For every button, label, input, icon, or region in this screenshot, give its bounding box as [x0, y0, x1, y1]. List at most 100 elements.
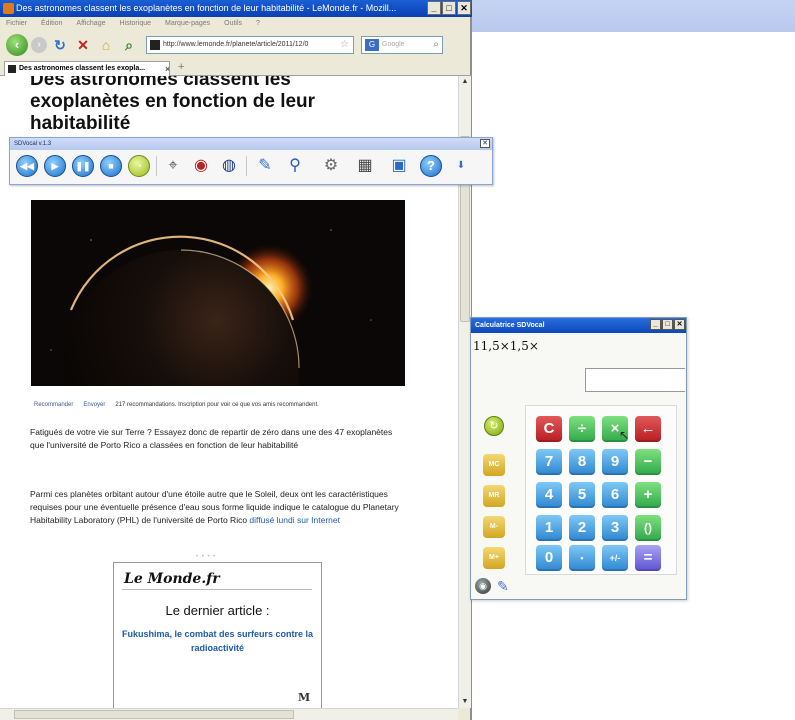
rewind-icon[interactable]: ◀◀	[16, 155, 38, 177]
parentheses-key[interactable]: ()	[635, 515, 661, 541]
bookmark-star-icon[interactable]: ☆	[340, 37, 349, 53]
key-3[interactable]: 3	[602, 515, 628, 541]
minimize-button[interactable]: _	[427, 1, 441, 15]
key-6[interactable]: 6	[602, 482, 628, 508]
calc-minimize-button[interactable]: _	[650, 319, 661, 330]
memory-recall-button[interactable]: MR	[483, 485, 505, 507]
calculator-title: Calculatrice SDVocal	[475, 322, 545, 329]
search-input[interactable]: G Google ⌕	[361, 36, 443, 54]
sdvocal-titlebar[interactable]: SDVocal v.1.3 ✕	[10, 138, 492, 150]
scroll-up-icon[interactable]: ▲	[459, 76, 471, 88]
recommend-button[interactable]: Recommander	[34, 401, 73, 409]
new-tab-button[interactable]: +	[178, 61, 184, 73]
menu-tools[interactable]: Outils	[224, 17, 242, 31]
key-7[interactable]: 7	[536, 449, 562, 475]
promo-link[interactable]: Fukushima, le combat des surfeurs contre…	[114, 627, 321, 655]
equals-key[interactable]: =	[635, 545, 661, 571]
menu-history[interactable]: Historique	[119, 17, 151, 31]
key-2[interactable]: 2	[569, 515, 595, 541]
key-9[interactable]: 9	[602, 449, 628, 475]
key-1[interactable]: 1	[536, 515, 562, 541]
url-text: http://www.lemonde.fr/planete/article/20…	[163, 41, 309, 48]
site-favicon	[150, 40, 160, 50]
memory-subtract-button[interactable]: M-	[483, 516, 505, 538]
web-reader-icon[interactable]: ◍	[218, 155, 240, 177]
close-button[interactable]: ✕	[457, 1, 471, 15]
plus-key[interactable]: +	[635, 482, 661, 508]
recommendations-text: 217 recommandations. Inscription pour vo…	[115, 402, 319, 408]
key-0[interactable]: 0	[536, 545, 562, 571]
menu-edit[interactable]: Édition	[41, 17, 62, 31]
horizontal-scrollbar[interactable]	[0, 708, 458, 720]
calculator-result-field[interactable]	[585, 368, 685, 392]
search-engine-icon[interactable]: G	[365, 39, 379, 51]
tab-article[interactable]: Des astronomes classent les exopla... ×	[4, 61, 170, 76]
search-icon[interactable]: ⌕	[119, 35, 139, 55]
pause-icon[interactable]: ❚❚	[72, 155, 94, 177]
internet-link[interactable]: diffusé lundi sur Internet	[249, 515, 340, 525]
record-icon[interactable]: ◉	[190, 155, 212, 177]
pen-icon[interactable]: ✎	[497, 578, 509, 594]
sdvocal-close-button[interactable]: ✕	[480, 139, 490, 148]
search-placeholder: Google	[382, 41, 405, 48]
speaker-icon[interactable]: ◉	[475, 578, 491, 594]
tab-label: Des astronomes classent les exopla...	[19, 65, 146, 72]
reload-icon[interactable]: ↻	[50, 35, 70, 55]
back-button[interactable]: ‹	[6, 34, 28, 56]
screen-icon[interactable]: ▣	[388, 155, 410, 177]
send-button[interactable]: Envoyer	[83, 401, 105, 409]
minus-key[interactable]: −	[635, 449, 661, 475]
article-paragraph-2: Parmi ces planètes orbitant autour d'une…	[30, 488, 408, 527]
lemonde-logo: Le Monde.fr	[124, 571, 220, 587]
horizontal-scroll-thumb[interactable]	[14, 710, 294, 719]
menu-file[interactable]: Fichier	[6, 17, 27, 31]
promo-divider	[122, 589, 312, 590]
key-4[interactable]: 4	[536, 482, 562, 508]
sdvocal-title: SDVocal v.1.3	[14, 141, 52, 147]
social-share-bar: Recommander Envoyer 217 recommandations.…	[34, 401, 414, 409]
divide-key[interactable]: ÷	[569, 416, 595, 442]
menu-bookmarks[interactable]: Marque-pages	[165, 17, 210, 31]
calculator-titlebar[interactable]: Calculatrice SDVocal _ □ ✕	[471, 318, 686, 333]
key-5[interactable]: 5	[569, 482, 595, 508]
exoplanet-photo	[31, 200, 405, 386]
calculator-icon[interactable]: ▦	[354, 155, 376, 177]
tab-close-icon[interactable]: ×	[165, 63, 169, 76]
pen-icon[interactable]: ✎	[254, 155, 276, 177]
calculator-expression: 11,5×1,5×	[473, 339, 539, 353]
calc-maximize-button[interactable]: □	[662, 319, 673, 330]
scroll-down-icon[interactable]: ▼	[459, 696, 471, 708]
zoom-icon[interactable]: ⚲	[284, 155, 306, 177]
stop-icon[interactable]: ■	[100, 155, 122, 177]
home-icon[interactable]: ⌂	[96, 35, 116, 55]
clear-key[interactable]: C	[536, 416, 562, 442]
menu-help[interactable]: ?	[256, 17, 260, 31]
calc-close-button[interactable]: ✕	[674, 319, 685, 330]
sign-key[interactable]: +/-	[602, 545, 628, 571]
key-8[interactable]: 8	[569, 449, 595, 475]
help-icon[interactable]: ?	[420, 155, 442, 177]
backspace-key[interactable]: ←	[635, 416, 661, 442]
settings-gear-icon[interactable]: ⚙	[320, 155, 342, 177]
forward-button[interactable]: ›	[31, 37, 47, 53]
browser-titlebar[interactable]: Des astronomes classent les exoplanètes …	[0, 0, 472, 17]
memory-clear-button[interactable]: MC	[483, 454, 505, 476]
decimal-key[interactable]: •	[569, 545, 595, 571]
url-bar[interactable]: http://www.lemonde.fr/planete/article/20…	[146, 36, 354, 54]
article-paragraph-1: Fatigués de votre vie sur Terre ? Essaye…	[30, 427, 393, 450]
latest-article-box: Le Monde.fr Le dernier article : Fukushi…	[113, 562, 322, 708]
magnifier-icon[interactable]: ⌕	[433, 37, 439, 53]
article-headline: Des astronomes classent les exoplanètes …	[30, 76, 316, 134]
paragraph-2-text: Parmi ces planètes orbitant autour d'une…	[30, 489, 399, 525]
speed-icon[interactable]: ◔	[128, 155, 150, 177]
exoplanet-illustration	[31, 200, 405, 386]
maximize-button[interactable]: □	[442, 1, 456, 15]
menu-view[interactable]: Affichage	[76, 17, 105, 31]
clear-history-icon[interactable]: ↻	[484, 416, 504, 436]
stop-icon[interactable]: ✕	[73, 35, 93, 55]
expand-icon[interactable]: ⬇	[450, 155, 472, 177]
play-icon[interactable]: ▶	[44, 155, 66, 177]
calculator-keypad: C ÷ × ← 7 8 9 − 4 5 6 + 1 2 3 () 0 • +/-…	[525, 405, 677, 575]
read-selection-icon[interactable]: ⌖	[162, 155, 184, 177]
memory-add-button[interactable]: M+	[483, 547, 505, 569]
